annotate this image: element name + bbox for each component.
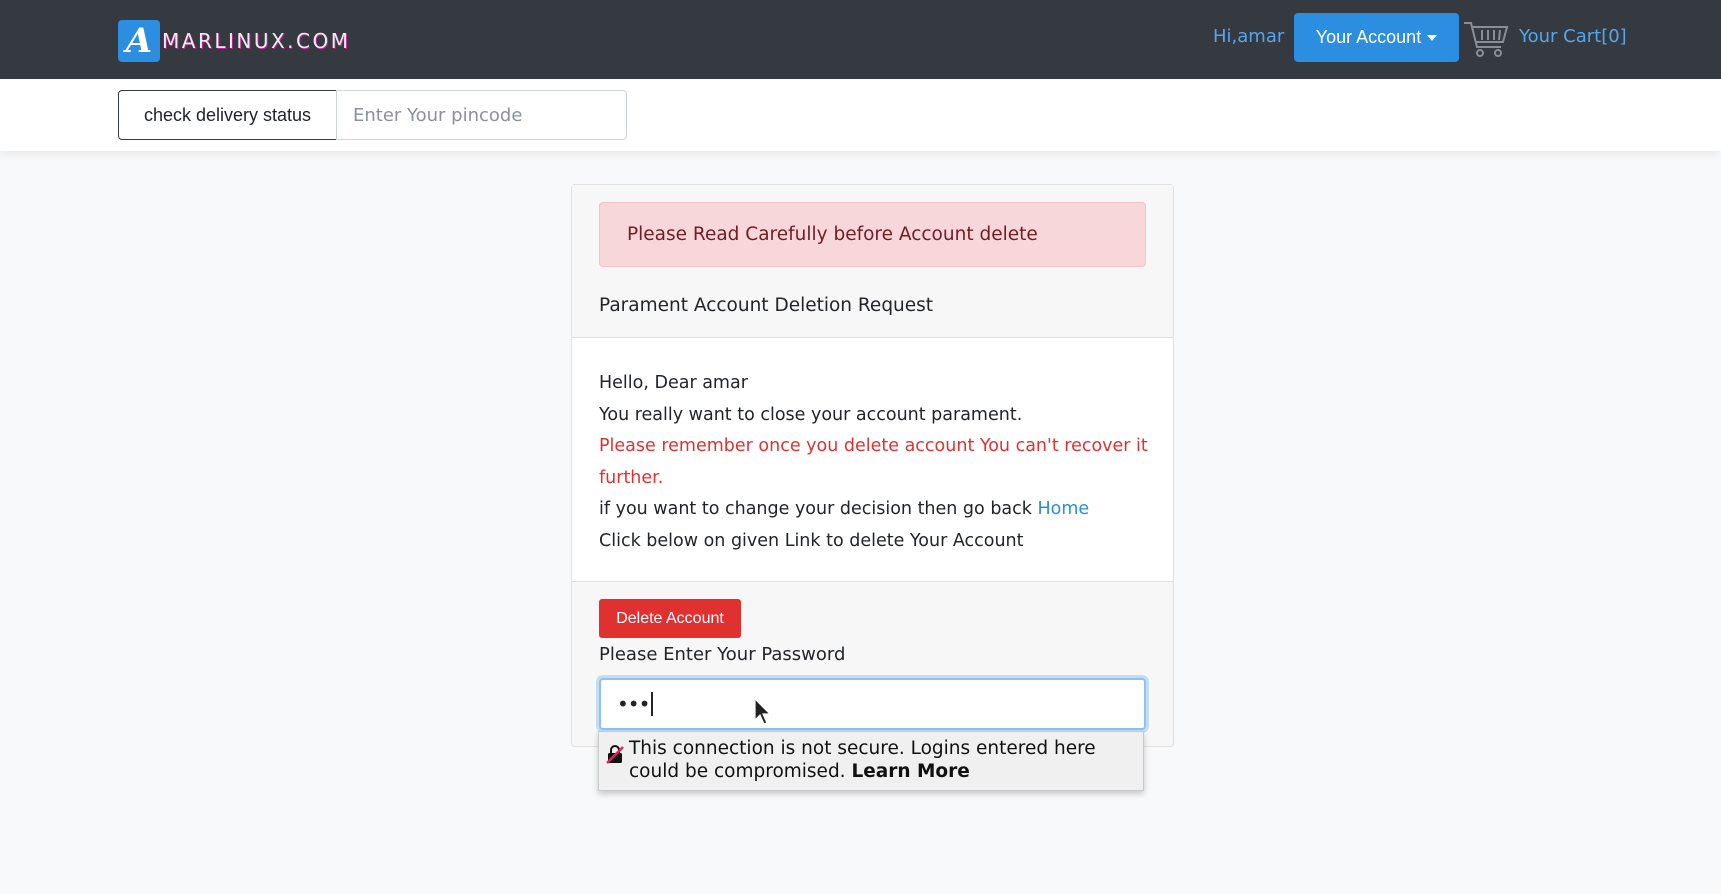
cart-icon[interactable] — [1462, 18, 1510, 58]
change-decision-text: if you want to change your decision then… — [599, 494, 1149, 526]
delete-account-button[interactable]: Delete Account — [599, 599, 741, 638]
pincode-input[interactable] — [336, 90, 627, 140]
warning-alert: Please Read Carefully before Account del… — [599, 202, 1146, 267]
password-mask: ••• — [617, 692, 650, 716]
user-greeting-link[interactable]: Hi,amar — [1213, 26, 1284, 47]
check-delivery-status-button[interactable]: check delivery status — [118, 90, 337, 140]
confirm-text: You really want to close your account pa… — [599, 404, 1023, 425]
home-link[interactable]: Home — [1037, 499, 1089, 519]
your-cart-link[interactable]: Your Cart[0] — [1519, 26, 1627, 47]
account-deletion-card: Please Read Carefully before Account del… — [571, 184, 1174, 747]
top-navbar: A MARLINUX.COM Hi,amar Your Account Your… — [0, 0, 1721, 79]
text-caret — [651, 692, 654, 716]
mouse-cursor-icon — [754, 698, 772, 725]
brand-name: MARLINUX.COM — [162, 29, 351, 53]
card-title: Parament Account Deletion Request — [599, 295, 934, 316]
irreversible-warning-text: Please remember once you delete account … — [599, 436, 1148, 488]
card-footer: Delete Account Please Enter Your Passwor… — [572, 581, 1173, 746]
card-body: Hello, Dear amar You really want to clos… — [599, 368, 1149, 557]
insecure-login-warning-popup: This connection is not secure. Logins en… — [598, 731, 1144, 791]
password-label: Please Enter Your Password — [599, 644, 846, 665]
click-below-text: Click below on given Link to delete Your… — [599, 530, 1024, 551]
your-account-dropdown-button[interactable]: Your Account — [1294, 13, 1459, 62]
brand-logo-icon: A — [118, 20, 160, 62]
insecure-lock-icon — [606, 745, 624, 764]
account-button-label: Your Account — [1315, 27, 1422, 47]
card-header: Please Read Carefully before Account del… — [572, 185, 1173, 338]
learn-more-link[interactable]: Learn More — [851, 761, 969, 782]
caret-down-icon — [1427, 34, 1438, 41]
greeting-text: Hello, Dear amar — [599, 373, 748, 393]
password-input[interactable]: ••• — [599, 678, 1146, 730]
brand-link[interactable]: A MARLINUX.COM — [118, 20, 351, 62]
delivery-status-bar: check delivery status — [0, 79, 1721, 151]
change-decision-prefix: if you want to change your decision then… — [599, 499, 1032, 519]
